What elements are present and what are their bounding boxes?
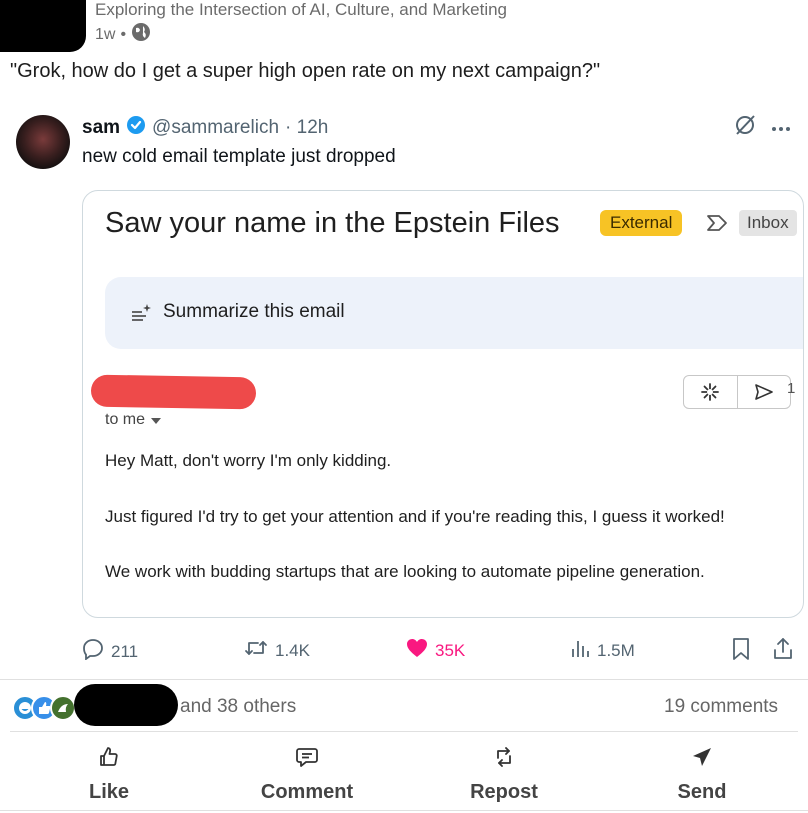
summarize-email-button: Summarize this email bbox=[105, 277, 803, 349]
email-subject: Saw your name in the Epstein Files bbox=[105, 207, 560, 239]
reposts-count: 1.4K bbox=[275, 640, 310, 660]
divider bbox=[0, 810, 808, 811]
likes-count: 35K bbox=[435, 640, 466, 660]
email-body-line: Hey Matt, don't worry I'm only kidding. bbox=[105, 451, 392, 470]
email-screenshot-card: Saw your name in the Epstein Files Exter… bbox=[82, 190, 804, 618]
tweet-likes: 35K bbox=[406, 638, 465, 663]
reply-icon bbox=[82, 638, 104, 665]
tweet-views: 1.5M bbox=[570, 638, 635, 663]
redacted-author-avatar bbox=[0, 0, 86, 52]
bookmark-icon bbox=[731, 637, 751, 666]
gemini-icon bbox=[684, 376, 737, 408]
reactions-others[interactable]: and 38 others bbox=[180, 696, 296, 718]
comment-icon bbox=[295, 745, 319, 775]
tweet-replies: 211 bbox=[82, 638, 138, 665]
email-body-line: Just figured I'd try to get your attenti… bbox=[105, 507, 725, 526]
email-action-group bbox=[683, 375, 791, 409]
post-age: 1w bbox=[95, 25, 116, 43]
meta-separator: • bbox=[120, 25, 127, 43]
author-subtitle: Exploring the Intersection of AI, Cultur… bbox=[95, 0, 508, 19]
repost-button[interactable]: Repost bbox=[429, 745, 579, 804]
tweet-header-icons bbox=[733, 113, 791, 142]
repost-label: Repost bbox=[470, 781, 538, 803]
heart-icon bbox=[406, 638, 428, 663]
verified-badge-icon bbox=[126, 115, 146, 141]
comments-count[interactable]: 19 comments bbox=[664, 696, 778, 718]
sparkle-list-icon bbox=[131, 303, 151, 328]
divider bbox=[10, 731, 798, 732]
email-body-line: We work with budding startups that are l… bbox=[105, 562, 705, 581]
tweet-handle: @sammarelich bbox=[152, 117, 280, 138]
send-arrow-icon bbox=[736, 376, 791, 408]
tweet-header: sam @sammarelich · 12h bbox=[82, 115, 328, 141]
importance-marker-icon bbox=[706, 213, 728, 238]
support-reaction-icon bbox=[50, 695, 76, 721]
share-icon bbox=[772, 637, 794, 666]
divider bbox=[0, 679, 808, 680]
tweet-avatar bbox=[16, 115, 70, 169]
to-me-label: to me bbox=[105, 411, 146, 428]
email-time-fragment: 1 bbox=[787, 380, 796, 397]
comment-button[interactable]: Comment bbox=[232, 745, 382, 804]
redacted-sender-name bbox=[90, 374, 257, 410]
like-label: Like bbox=[88, 781, 130, 803]
like-button[interactable]: Like bbox=[34, 745, 184, 804]
post-text: "Grok, how do I get a super high open ra… bbox=[10, 60, 601, 82]
comment-label: Comment bbox=[260, 781, 354, 803]
views-count: 1.5M bbox=[597, 640, 635, 660]
tweet-time: · 12h bbox=[285, 117, 329, 138]
post-meta: 1w • bbox=[95, 22, 151, 47]
more-icon bbox=[771, 119, 791, 137]
external-label: External bbox=[600, 210, 683, 236]
tweet-reposts: 1.4K bbox=[244, 638, 310, 663]
globe-icon bbox=[131, 22, 151, 47]
views-chart-icon bbox=[570, 638, 590, 663]
send-icon bbox=[690, 745, 714, 775]
inbox-label: Inbox bbox=[739, 210, 797, 236]
redacted-reactor-name bbox=[74, 684, 178, 726]
recipient-line: to me bbox=[105, 411, 162, 429]
send-button[interactable]: Send bbox=[627, 745, 777, 804]
send-label: Send bbox=[677, 781, 727, 803]
reaction-icons[interactable] bbox=[12, 695, 76, 721]
retweet-icon bbox=[244, 638, 268, 663]
tweet-author-name: sam bbox=[82, 117, 121, 138]
summarize-label: Summarize this email bbox=[163, 301, 345, 322]
thumbs-up-icon bbox=[97, 745, 121, 775]
grok-icon bbox=[733, 113, 757, 142]
tweet-text: new cold email template just dropped bbox=[82, 146, 396, 167]
caret-down-icon bbox=[151, 411, 162, 429]
replies-count: 211 bbox=[111, 641, 139, 661]
repost-icon bbox=[492, 745, 516, 775]
